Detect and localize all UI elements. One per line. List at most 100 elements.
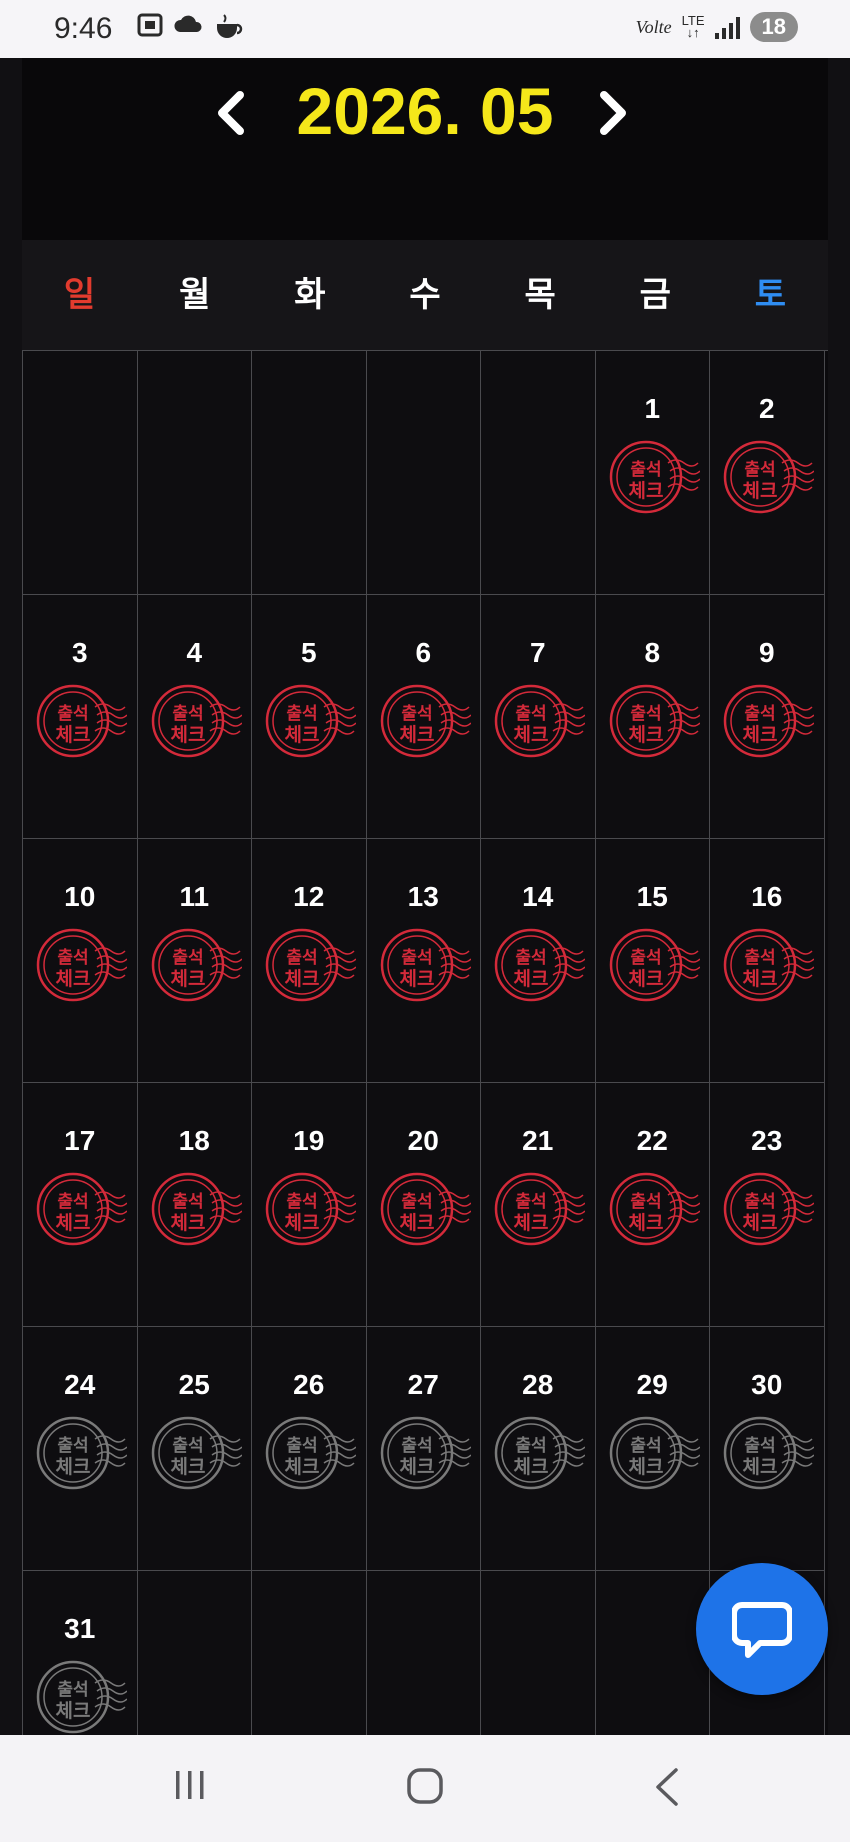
calendar-empty-cell: [366, 351, 481, 595]
attendance-stamp-icon: 출석체크: [609, 928, 700, 1002]
calendar-day-cell[interactable]: 11 출석 체크: [137, 839, 252, 1083]
day-number: 4: [186, 637, 203, 668]
calendar-day-cell[interactable]: 13 출석 체크: [366, 839, 481, 1083]
attendance-stamp-empty-icon: 출석체크: [380, 1416, 471, 1490]
svg-text:체크: 체크: [743, 724, 778, 746]
status-notification-icons: [136, 12, 244, 47]
attendance-stamp-icon: 출석체크: [609, 440, 700, 514]
calendar-day-cell[interactable]: 28 출석 체크: [481, 1327, 596, 1571]
calendar-day-cell[interactable]: 19 출석 체크: [252, 1083, 367, 1327]
svg-text:출석: 출석: [57, 1436, 88, 1456]
recents-button[interactable]: [170, 1765, 230, 1815]
calendar-day-cell[interactable]: 5 출석 체크: [252, 595, 367, 839]
day-number: 21: [522, 1125, 554, 1156]
calendar-day-cell[interactable]: 18 출석 체크: [137, 1083, 252, 1327]
attendance-stamp-empty-icon: 출석체크: [36, 1416, 127, 1490]
calendar-day-cell[interactable]: 29 출석 체크: [595, 1327, 710, 1571]
calendar-day-cell[interactable]: 12 출석 체크: [252, 839, 367, 1083]
svg-text:출석: 출석: [744, 1436, 775, 1456]
svg-text:출석: 출석: [630, 1192, 661, 1212]
calendar-day-cell[interactable]: 21 출석 체크: [481, 1083, 596, 1327]
home-icon: [407, 1768, 443, 1804]
day-number: 23: [751, 1125, 783, 1156]
chevron-right-icon: [600, 91, 626, 135]
svg-text:출석: 출석: [57, 704, 88, 724]
calendar-day-cell[interactable]: 10 출석 체크: [23, 839, 138, 1083]
calendar-day-cell[interactable]: 23 출석 체크: [710, 1083, 825, 1327]
svg-text:출석: 출석: [286, 1436, 317, 1456]
calendar-day-cell[interactable]: 8 출석 체크: [595, 595, 710, 839]
home-button[interactable]: [404, 1765, 464, 1815]
status-system-icons: Volte LTE ↓↑ 18: [636, 12, 798, 42]
system-nav-bar: [0, 1735, 850, 1842]
calendar-day-cell[interactable]: 31 출석 체크: [23, 1571, 138, 1735]
svg-text:체크: 체크: [170, 724, 205, 746]
day-number: 13: [407, 881, 439, 912]
attendance-stamp-icon: 출석체크: [265, 928, 356, 1002]
calendar-day-cell[interactable]: 27 출석 체크: [366, 1327, 481, 1571]
day-number: 29: [636, 1369, 668, 1400]
calendar-day-cell[interactable]: 14 출석 체크: [481, 839, 596, 1083]
svg-text:체크: 체크: [743, 1212, 778, 1234]
svg-text:출석: 출석: [630, 1436, 661, 1456]
svg-text:출석: 출석: [401, 704, 432, 724]
svg-text:체크: 체크: [56, 968, 91, 990]
calendar-day-cell[interactable]: 16 출석 체크: [710, 839, 825, 1083]
day-number: 19: [293, 1125, 325, 1156]
calendar-day-cell[interactable]: 6 출석 체크: [366, 595, 481, 839]
calendar-empty-cell: [137, 1571, 252, 1735]
svg-text:출석: 출석: [515, 704, 546, 724]
attendance-stamp-icon: 출석체크: [609, 684, 700, 758]
svg-text:출석: 출석: [515, 948, 546, 968]
status-time: 9:46: [54, 12, 113, 45]
calendar-empty-cell: [23, 351, 138, 595]
calendar-day-cell[interactable]: 25 출석 체크: [137, 1327, 252, 1571]
chat-button[interactable]: [696, 1563, 828, 1695]
calendar-day-cell[interactable]: 30 출석 체크: [710, 1327, 825, 1571]
svg-text:체크: 체크: [56, 1456, 91, 1478]
svg-text:체크: 체크: [514, 1456, 549, 1478]
attendance-stamp-icon: 출석체크: [151, 928, 242, 1002]
svg-text:출석: 출석: [630, 704, 661, 724]
calendar-day-cell[interactable]: 4 출석 체크: [137, 595, 252, 839]
svg-text:체크: 체크: [56, 1700, 91, 1722]
attendance-stamp-empty-icon: 출석체크: [265, 1416, 356, 1490]
day-number: 24: [64, 1369, 96, 1400]
svg-text:체크: 체크: [170, 968, 205, 990]
calendar-grid: 1 출석 체크 2 출석 체크 3 출석 체크 4 출석 체크 5 출석 체크 6 출석 체크 7 출석 체크 8 출석 체크…: [22, 350, 828, 1735]
svg-text:출석: 출석: [630, 948, 661, 968]
day-number: 6: [415, 637, 432, 668]
attendance-stamp-empty-icon: 출석체크: [494, 1416, 585, 1490]
calendar-day-cell[interactable]: 24 출석 체크: [23, 1327, 138, 1571]
weekday-header: 일 월 화 수 목 금 토: [22, 240, 828, 350]
calendar-empty-cell: [481, 351, 596, 595]
svg-text:출석: 출석: [515, 1192, 546, 1212]
calendar-day-cell[interactable]: 15 출석 체크: [595, 839, 710, 1083]
svg-text:출석: 출석: [286, 948, 317, 968]
svg-text:체크: 체크: [628, 724, 663, 746]
svg-text:출석: 출석: [401, 1192, 432, 1212]
calendar-day-cell[interactable]: 9 출석 체크: [710, 595, 825, 839]
attendance-stamp-empty-icon: 출석체크: [151, 1416, 242, 1490]
svg-text:출석: 출석: [57, 948, 88, 968]
svg-text:체크: 체크: [628, 968, 663, 990]
svg-text:출석: 출석: [744, 460, 775, 480]
calendar-day-cell[interactable]: 3 출석 체크: [23, 595, 138, 839]
calendar-day-cell[interactable]: 2 출석 체크: [710, 351, 825, 595]
svg-text:출석: 출석: [515, 1436, 546, 1456]
back-button[interactable]: [648, 1765, 708, 1815]
calendar-day-cell[interactable]: 22 출석 체크: [595, 1083, 710, 1327]
calendar-day-cell[interactable]: 17 출석 체크: [23, 1083, 138, 1327]
svg-text:체크: 체크: [743, 968, 778, 990]
calendar-day-cell[interactable]: 7 출석 체크: [481, 595, 596, 839]
calendar-day-cell[interactable]: 26 출석 체크: [252, 1327, 367, 1571]
calendar-day-cell[interactable]: 20 출석 체크: [366, 1083, 481, 1327]
calendar-empty-cell: [366, 1571, 481, 1735]
weekday-thu: 목: [524, 275, 556, 315]
coffee-icon: [214, 12, 244, 47]
next-month-button[interactable]: [598, 88, 628, 148]
chat-bubble-icon: [732, 1602, 792, 1658]
calendar-empty-cell: [595, 1571, 710, 1735]
attendance-stamp-icon: 출석체크: [265, 684, 356, 758]
calendar-day-cell[interactable]: 1 출석 체크: [595, 351, 710, 595]
